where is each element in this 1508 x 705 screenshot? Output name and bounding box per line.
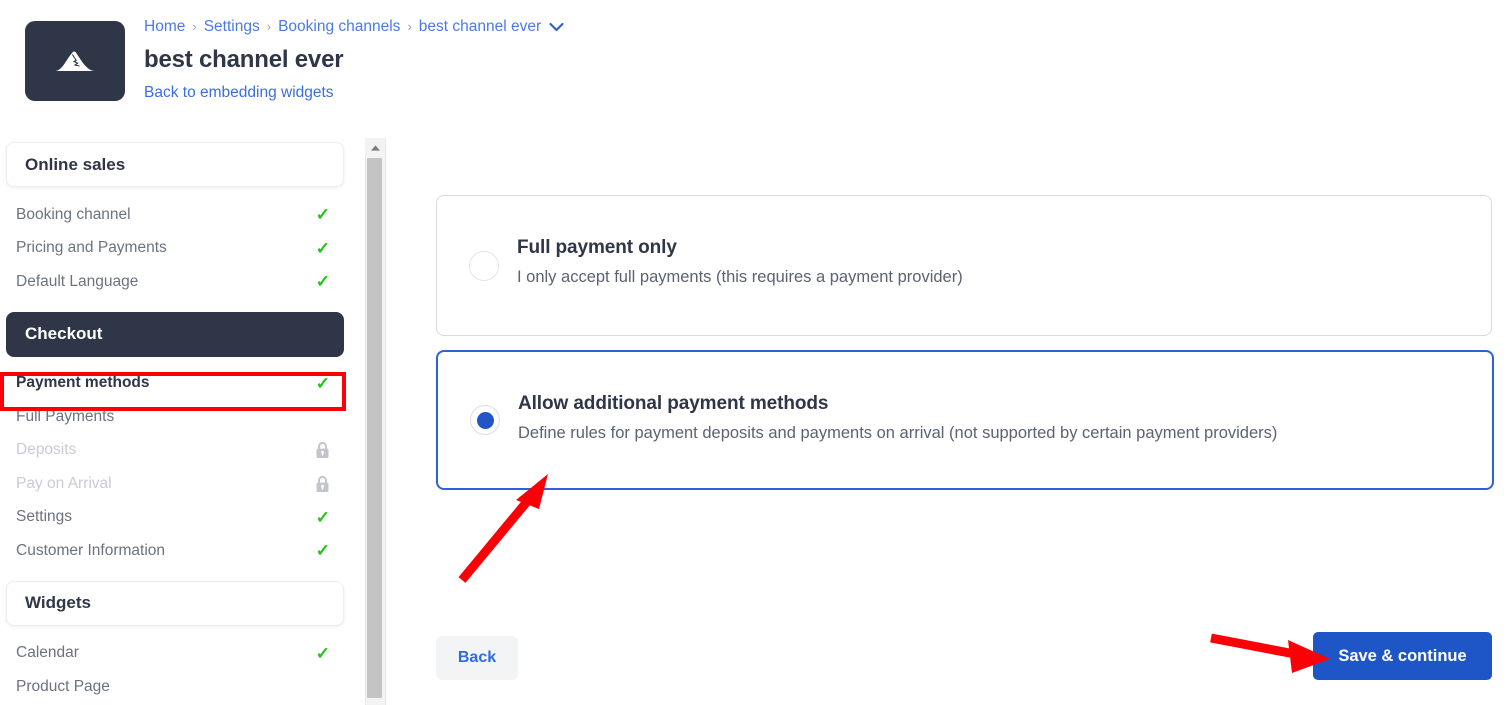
payment-option-allow-additional-payment-methods[interactable]: Allow additional payment methods Define … xyxy=(436,350,1494,490)
radio-allow-additional-payment-methods[interactable] xyxy=(470,405,500,435)
breadcrumb-item-booking-channels[interactable]: Booking channels xyxy=(278,16,400,38)
sidebar-section-label: Checkout xyxy=(25,324,103,343)
sidebar-item-label: Customer Information xyxy=(16,541,166,559)
sidebar-item-label: Pricing and Payments xyxy=(16,239,167,257)
scroll-up-arrow-icon[interactable] xyxy=(365,139,385,156)
breadcrumb-separator: › xyxy=(407,19,412,34)
sidebar-section-online-sales[interactable]: Online sales xyxy=(6,142,344,187)
sidebar-item-settings[interactable]: Settings ✓ xyxy=(6,501,344,535)
sidebar-item-calendar[interactable]: Calendar ✓ xyxy=(6,637,344,671)
option-text-block: Allow additional payment methods Define … xyxy=(518,393,1472,443)
check-icon: ✓ xyxy=(315,507,330,527)
back-button[interactable]: Back xyxy=(436,636,518,680)
check-icon: ✓ xyxy=(315,272,330,292)
main-content: Full payment only I only accept full pay… xyxy=(386,138,1508,705)
page-header: Home › Settings › Booking channels › bes… xyxy=(0,0,1508,128)
option-description: I only accept full payments (this requir… xyxy=(517,268,963,286)
sidebar-item-customer-information[interactable]: Customer Information ✓ xyxy=(6,534,344,568)
sidebar-item-label: Default Language xyxy=(16,272,139,290)
option-text-block: Full payment only I only accept full pay… xyxy=(517,237,1471,287)
mountain-icon xyxy=(53,49,97,73)
sidebar-section-checkout[interactable]: Checkout xyxy=(6,311,344,357)
option-description: Define rules for payment deposits and pa… xyxy=(518,424,1278,442)
page-title: best channel ever xyxy=(144,46,344,73)
sidebar-section-widgets[interactable]: Widgets xyxy=(6,580,344,626)
check-icon: ✓ xyxy=(315,643,330,663)
radio-full-payment-only[interactable] xyxy=(469,250,499,281)
sidebar-scrollbar-thumb[interactable] xyxy=(367,158,382,698)
breadcrumb: Home › Settings › Booking channels › bes… xyxy=(144,16,564,38)
sidebar-item-label: Pay on Arrival xyxy=(16,474,112,492)
sidebar-item-default-language[interactable]: Default Language ✓ xyxy=(6,265,344,299)
sidebar-item-pay-on-arrival: Pay on Arrival xyxy=(6,467,344,501)
settings-sidebar: Online sales Booking channel ✓ Pricing a… xyxy=(0,138,364,705)
breadcrumb-item-settings[interactable]: Settings xyxy=(204,16,260,38)
sidebar-item-label: Calendar xyxy=(16,644,79,662)
check-icon: ✓ xyxy=(315,205,330,225)
sidebar-item-label: Booking channel xyxy=(16,205,131,223)
check-icon: ✓ xyxy=(315,373,330,393)
sidebar-item-pricing-and-payments[interactable]: Pricing and Payments ✓ xyxy=(6,232,344,266)
sidebar-item-booking-channel[interactable]: Booking channel ✓ xyxy=(6,198,344,232)
breadcrumb-item-home[interactable]: Home xyxy=(144,16,185,38)
lock-icon xyxy=(315,475,330,493)
chevron-down-icon[interactable] xyxy=(549,22,564,32)
sidebar-item-deposits: Deposits xyxy=(6,434,344,468)
sidebar-item-payment-methods[interactable]: Payment methods ✓ xyxy=(6,367,344,401)
save-and-continue-button[interactable]: Save & continue xyxy=(1313,632,1492,680)
lock-icon xyxy=(315,441,330,459)
sidebar-section-label: Online sales xyxy=(25,154,126,174)
back-to-embedding-widgets-link[interactable]: Back to embedding widgets xyxy=(144,84,334,102)
breadcrumb-separator: › xyxy=(266,19,272,34)
sidebar-item-full-payments[interactable]: Full Payments xyxy=(6,400,344,434)
sidebar-item-label: Product Page xyxy=(16,677,110,695)
radio-selected-dot xyxy=(476,411,494,429)
app-root: Home › Settings › Booking channels › bes… xyxy=(0,0,1508,705)
sidebar-section-label: Widgets xyxy=(25,593,91,612)
breadcrumb-item-current-channel[interactable]: best channel ever xyxy=(419,16,541,38)
sidebar-item-label: Settings xyxy=(16,508,73,526)
option-title: Allow additional payment methods xyxy=(518,393,829,414)
option-title: Full payment only xyxy=(517,237,677,258)
sidebar-item-label: Payment methods xyxy=(16,374,150,392)
check-icon: ✓ xyxy=(315,238,330,258)
payment-option-full-payment-only[interactable]: Full payment only I only accept full pay… xyxy=(436,195,1492,336)
sidebar-item-label: Deposits xyxy=(16,441,77,459)
channel-logo xyxy=(25,21,125,101)
breadcrumb-separator: › xyxy=(192,19,197,34)
check-icon: ✓ xyxy=(315,541,330,561)
sidebar-item-product-page[interactable]: Product Page xyxy=(6,670,344,704)
sidebar-item-label: Full Payments xyxy=(16,407,115,425)
